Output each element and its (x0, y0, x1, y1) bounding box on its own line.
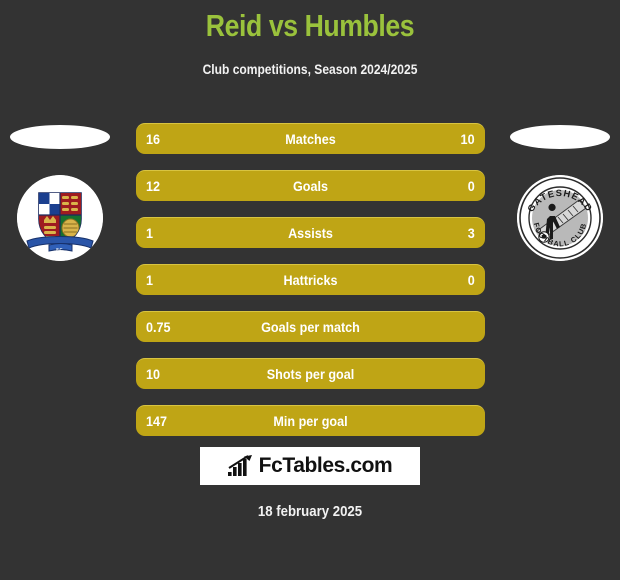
stat-row: 147 Min per goal (136, 405, 485, 436)
stat-left-value: 1 (146, 225, 154, 241)
stat-right-value: 0 (467, 272, 475, 288)
page-subtitle: Club competitions, Season 2024/2025 (202, 61, 418, 77)
stat-row: 1 Hattricks 0 (136, 264, 485, 295)
svg-text:F.C.: F.C. (56, 247, 63, 252)
stat-row: 16 Matches 10 (136, 123, 485, 154)
stat-label: Assists (288, 225, 333, 241)
bar-chart-arrow-icon (227, 455, 252, 476)
player-comparison-card: Reid vs Humbles Club competitions, Seaso… (0, 0, 620, 580)
stat-row: 12 Goals 0 (136, 170, 485, 201)
stats-list: 16 Matches 10 12 Goals 0 1 Assists 3 1 H… (136, 123, 485, 452)
stat-label: Shots per goal (266, 366, 355, 382)
right-club-crest: GATESHEAD FOOTBALL CLUB (517, 175, 603, 261)
generated-date: 18 february 2025 (257, 503, 363, 520)
stat-label: Hattricks (283, 272, 338, 288)
stat-label: Goals (292, 178, 329, 194)
right-decorative-ellipse (510, 125, 610, 149)
stat-right-value: 3 (467, 225, 475, 241)
stat-right-value: 10 (460, 131, 475, 147)
stat-row: 1 Assists 3 (136, 217, 485, 248)
stat-label: Goals per match (261, 319, 360, 335)
page-title: Reid vs Humbles (205, 8, 415, 43)
stat-label: Matches (285, 131, 336, 147)
stat-row: 10 Shots per goal (136, 358, 485, 389)
fctables-logo[interactable]: FcTables.com (200, 447, 420, 485)
fctables-wordmark: FcTables.com (258, 454, 393, 477)
left-decorative-ellipse (10, 125, 110, 149)
left-club-crest: F.C. (17, 175, 103, 261)
stat-row: 0.75 Goals per match (136, 311, 485, 342)
stat-left-value: 1 (146, 272, 154, 288)
stat-label: Min per goal (273, 413, 348, 429)
stat-right-value: 0 (467, 178, 475, 194)
